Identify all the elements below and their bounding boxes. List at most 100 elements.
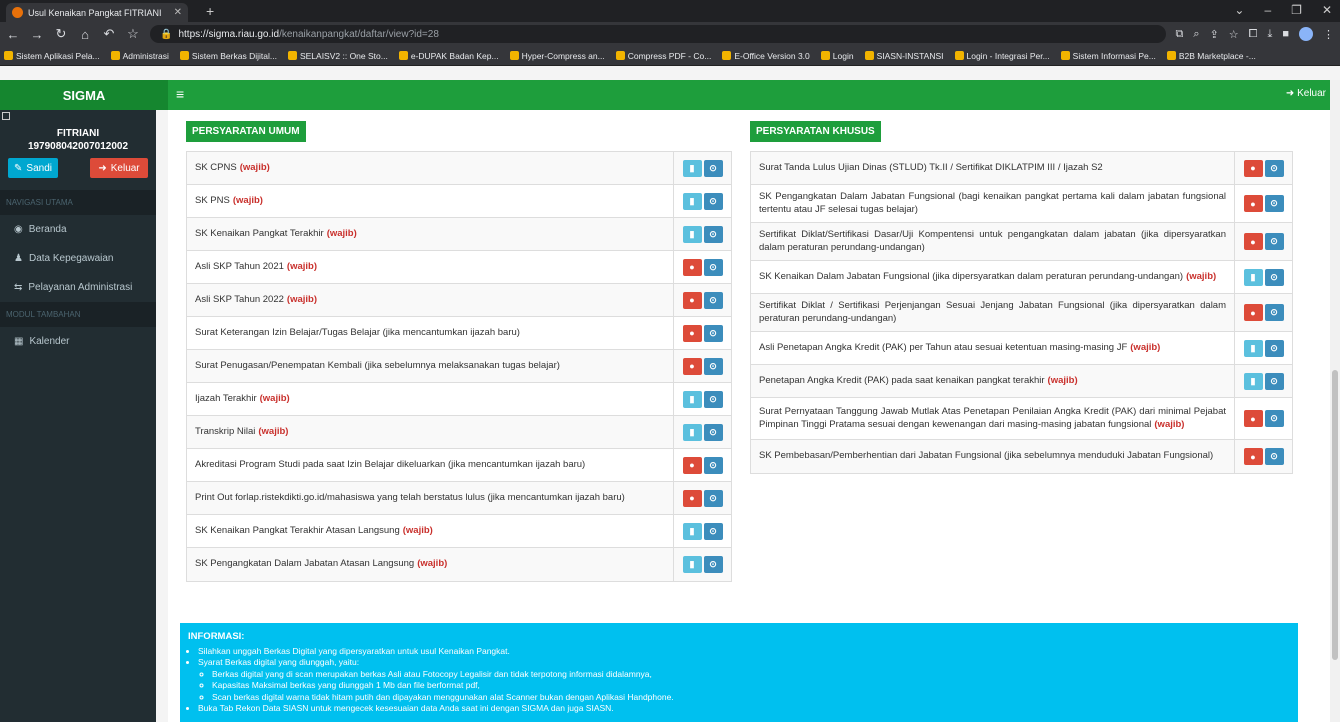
requirement-row: Print Out forlap.ristekdikti.go.id/mahas… xyxy=(187,482,731,515)
view-file-button[interactable]: ▮ xyxy=(682,522,702,540)
tab-search-icon[interactable]: ⌄ xyxy=(1234,3,1244,17)
sidebar-item-pelayanan[interactable]: ⇆ Pelayanan Administrasi xyxy=(0,273,156,302)
bookmark-item[interactable]: Login xyxy=(820,50,854,61)
upload-button[interactable]: ⊙ xyxy=(1264,159,1284,177)
upload-button[interactable]: ⊙ xyxy=(703,423,723,441)
missing-file-button[interactable]: ● xyxy=(682,324,702,342)
hamburger-icon[interactable]: ≡ xyxy=(176,86,184,102)
bookmark-item[interactable]: Sistem Berkas Dijital... xyxy=(179,51,277,61)
keluar-button[interactable]: ➜ Keluar xyxy=(90,158,148,178)
requirement-label: SK CPNS (wajib) xyxy=(187,152,673,184)
sidepanel-icon[interactable]: ■ xyxy=(1282,28,1289,40)
upload-button[interactable]: ⊙ xyxy=(703,556,723,573)
bookmark-item[interactable]: Compress PDF - Co... xyxy=(615,51,711,61)
upload-button[interactable]: ⊙ xyxy=(1264,195,1284,212)
close-window-icon[interactable]: ✕ xyxy=(1322,3,1332,17)
back-icon[interactable]: ← xyxy=(6,27,20,42)
bookmark-item[interactable]: E-Office Version 3.0 xyxy=(722,51,810,61)
upload-button[interactable]: ⊙ xyxy=(703,456,723,474)
maximize-icon[interactable]: ❐ xyxy=(1291,3,1302,17)
missing-file-button[interactable]: ● xyxy=(1243,410,1263,427)
page-scrollbar[interactable] xyxy=(1330,80,1340,722)
sandi-label: Sandi xyxy=(26,162,52,174)
bookmark-item[interactable]: SIASN-INSTANSI xyxy=(864,51,944,61)
user-icon: ♟ xyxy=(14,253,23,264)
upload-button[interactable]: ⊙ xyxy=(1264,448,1284,465)
forward-icon[interactable]: → xyxy=(30,27,44,42)
header-logout-button[interactable]: ➜ Keluar xyxy=(1286,88,1326,99)
brand-logo[interactable]: SIGMA xyxy=(0,80,168,110)
scrollbar-thumb[interactable] xyxy=(1332,370,1338,660)
bookmark-item[interactable]: Hyper-Compress an... xyxy=(509,51,605,61)
extensions-icon[interactable]: ⧠ xyxy=(1249,28,1258,41)
bookmark-item[interactable]: Administrasi xyxy=(110,51,169,61)
upload-button[interactable]: ⊙ xyxy=(1264,410,1284,427)
upload-button[interactable]: ⊙ xyxy=(703,225,723,243)
new-tab-icon[interactable]: + xyxy=(206,3,214,19)
upload-button[interactable]: ⊙ xyxy=(703,489,723,507)
missing-file-button[interactable]: ● xyxy=(682,489,702,507)
view-file-button[interactable]: ▮ xyxy=(682,390,702,408)
view-file-button[interactable]: ▮ xyxy=(682,423,702,441)
close-tab-icon[interactable]: ✕ xyxy=(174,7,182,18)
history-icon[interactable]: ↶ xyxy=(102,26,116,42)
url-field[interactable]: 🔒 https://sigma.riau.go.id/kenaikanpangk… xyxy=(150,25,1166,43)
missing-file-button[interactable]: ● xyxy=(682,258,702,276)
upload-button[interactable]: ⊙ xyxy=(703,324,723,342)
profile-avatar[interactable] xyxy=(1299,27,1313,41)
home-icon[interactable]: ⌂ xyxy=(78,27,92,42)
row-actions: ● ⊙ xyxy=(673,251,731,283)
bookmark-item[interactable]: Sistem Informasi Pe... xyxy=(1060,51,1156,61)
translate-icon[interactable]: ⧉ xyxy=(1176,28,1184,41)
missing-file-button[interactable]: ● xyxy=(1243,159,1263,177)
requirement-text: Sertifikat Diklat / Sertifikasi Perjenja… xyxy=(759,300,1226,324)
view-file-button[interactable]: ▮ xyxy=(682,556,702,573)
upload-button[interactable]: ⊙ xyxy=(1264,304,1284,321)
bookmark-item[interactable]: B2B Marketplace -... xyxy=(1166,51,1256,61)
bookmark-item[interactable]: SELAISV2 :: One Sto... xyxy=(287,51,388,61)
upload-button[interactable]: ⊙ xyxy=(703,522,723,540)
upload-button[interactable]: ⊙ xyxy=(1264,372,1284,390)
missing-file-button[interactable]: ● xyxy=(682,357,702,375)
upload-button[interactable]: ⊙ xyxy=(703,258,723,276)
bookmark-label: Login xyxy=(832,50,854,61)
missing-file-button[interactable]: ● xyxy=(1243,195,1263,212)
requirement-text: SK Kenaikan Dalam Jabatan Fungsional (ji… xyxy=(759,270,1184,282)
missing-file-button[interactable]: ● xyxy=(1243,448,1263,465)
view-file-button[interactable]: ▮ xyxy=(682,159,702,177)
star-icon[interactable]: ☆ xyxy=(1229,28,1239,41)
upload-button[interactable]: ⊙ xyxy=(1264,268,1284,286)
sidebar-item-data-kepegawaian[interactable]: ♟ Data Kepegawaian xyxy=(0,244,156,273)
sidebar-item-beranda[interactable]: ◉ Beranda xyxy=(0,215,156,244)
sidebar-item-kalender[interactable]: ▦ Kalender xyxy=(0,327,156,356)
share-icon[interactable]: ⇪ xyxy=(1210,28,1219,41)
missing-file-button[interactable]: ● xyxy=(1243,233,1263,250)
upload-button[interactable]: ⊙ xyxy=(703,390,723,408)
upload-button[interactable]: ⊙ xyxy=(1264,339,1284,357)
zoom-icon[interactable]: ⌕ xyxy=(1193,28,1199,41)
download-icon[interactable]: ⤓ xyxy=(1267,28,1272,41)
browser-tab[interactable]: Usul Kenaikan Pangkat FITRIANI ✕ xyxy=(6,3,188,22)
minimize-icon[interactable]: – xyxy=(1264,3,1271,17)
info-subitem: Berkas digital yang di scan merupakan be… xyxy=(212,669,1290,681)
bookmark-item[interactable]: Login - Integrasi Per... xyxy=(954,51,1050,61)
menu-icon[interactable]: ⋮ xyxy=(1323,28,1334,41)
bookmark-star-icon[interactable]: ☆ xyxy=(126,26,140,42)
reload-icon[interactable]: ↻ xyxy=(54,26,68,42)
view-file-button[interactable]: ▮ xyxy=(682,225,702,243)
view-file-button[interactable]: ▮ xyxy=(1243,268,1263,286)
upload-button[interactable]: ⊙ xyxy=(703,357,723,375)
view-file-button[interactable]: ▮ xyxy=(1243,372,1263,390)
bookmark-item[interactable]: e-DUPAK Badan Kep... xyxy=(398,51,499,61)
missing-file-button[interactable]: ● xyxy=(682,291,702,309)
upload-button[interactable]: ⊙ xyxy=(703,192,723,210)
view-file-button[interactable]: ▮ xyxy=(1243,339,1263,357)
view-file-button[interactable]: ▮ xyxy=(682,192,702,210)
missing-file-button[interactable]: ● xyxy=(1243,304,1263,321)
upload-button[interactable]: ⊙ xyxy=(703,291,723,309)
upload-button[interactable]: ⊙ xyxy=(703,159,723,177)
missing-file-button[interactable]: ● xyxy=(682,456,702,474)
bookmark-item[interactable]: Sistem Aplikasi Pela... xyxy=(4,51,100,61)
sandi-button[interactable]: ✎ Sandi xyxy=(8,158,58,178)
upload-button[interactable]: ⊙ xyxy=(1264,233,1284,250)
